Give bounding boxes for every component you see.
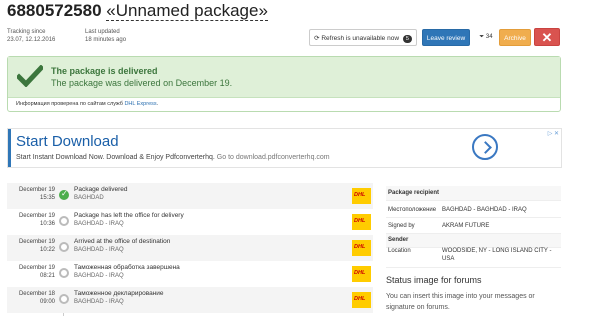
event-row: December 19 10:36 Package has left the of… xyxy=(7,209,373,235)
forums-text: You can insert this image into your mess… xyxy=(386,293,535,311)
table-row: Signed by AKRAM FUTURE xyxy=(386,219,561,234)
delivery-status-panel: The package is delivered The package was… xyxy=(7,56,561,112)
page-title: 6880572580 «Unnamed package» xyxy=(7,1,268,21)
timeline-dot-icon xyxy=(59,242,69,252)
status-title: The package is delivered xyxy=(51,66,158,76)
table-row: Location WOODSIDE, NY - LONG ISLAND CITY… xyxy=(386,247,561,268)
dhl-logo-icon xyxy=(352,292,371,308)
check-icon xyxy=(17,65,43,87)
package-name[interactable]: «Unnamed package» xyxy=(106,1,268,21)
delivered-check-icon xyxy=(59,189,69,200)
ad-banner[interactable]: Start Download Start Instant Download No… xyxy=(7,128,562,168)
close-icon: ✕ xyxy=(541,30,553,45)
ad-description: Start Instant Download Now. Download & E… xyxy=(16,154,330,161)
ad-choices-icon[interactable]: ▷ ✕ xyxy=(548,130,559,137)
sender-header: Sender xyxy=(386,234,561,248)
timeline-dot-icon xyxy=(59,216,69,226)
ad-arrow-icon[interactable] xyxy=(472,134,498,160)
filter-icon: ⏷ xyxy=(479,34,485,40)
dhl-logo-icon xyxy=(352,266,371,282)
recipient-header: Package recipient xyxy=(386,186,561,201)
refresh-badge: 5 xyxy=(402,35,412,43)
tracking-number: 6880572580 xyxy=(7,1,102,20)
dhl-express-link[interactable]: DHL Express xyxy=(124,101,156,107)
dhl-logo-icon xyxy=(352,240,371,256)
last-updated: Last updated 18 minutes ago xyxy=(85,29,127,43)
event-row: December 19 08:21 Таможенная обработка за… xyxy=(7,261,373,287)
archive-button[interactable]: Archive xyxy=(499,29,531,46)
timeline-dot-icon xyxy=(59,294,69,304)
status-source-info: Информация проверена по сайтам служб DHL… xyxy=(16,101,159,107)
refresh-button[interactable]: ⟳ Refresh is unavailable now 5 xyxy=(309,29,417,46)
status-subtitle: The package was delivered on December 19… xyxy=(51,78,233,88)
dhl-logo-icon xyxy=(352,214,371,230)
table-row: Местоположение BAGHDAD - BAGHDAD - IRAQ xyxy=(386,203,561,218)
refresh-icon: ⟳ xyxy=(314,35,320,42)
delete-button[interactable]: ✕ xyxy=(534,28,560,46)
event-row: December 1915:35 Package delivered BAGHD… xyxy=(7,183,373,209)
leave-review-button[interactable]: Leave review xyxy=(422,29,470,46)
ad-title[interactable]: Start Download xyxy=(16,133,119,150)
timeline-dot-icon xyxy=(59,268,69,278)
tracking-since: Tracking since 23.07, 12.12.2016 xyxy=(7,29,56,43)
subscribers-count[interactable]: ⏷ 34 xyxy=(474,29,498,46)
event-row: December 18 09:00 Таможенное декларирован… xyxy=(7,287,373,313)
forums-title: Status image for forums xyxy=(386,275,482,285)
dhl-logo-icon xyxy=(352,188,371,204)
event-row: December 19 10:22 Arrived at the office o… xyxy=(7,235,373,261)
